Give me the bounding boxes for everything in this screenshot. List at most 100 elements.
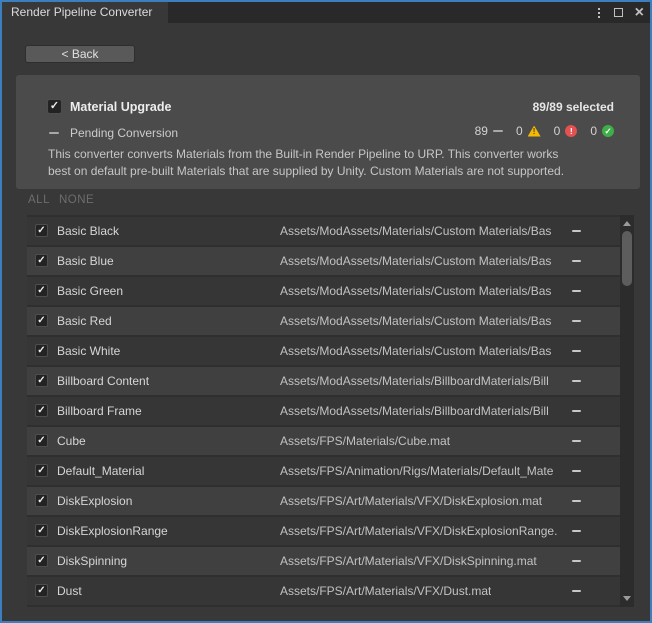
material-name: Basic Black [57, 217, 119, 245]
row-checkbox[interactable]: ✓ [35, 494, 48, 507]
check-icon: ✓ [36, 584, 47, 597]
row-checkbox[interactable]: ✓ [35, 374, 48, 387]
material-path: Assets/FPS/Art/Materials/VFX/DiskExplosi… [280, 487, 542, 515]
table-row[interactable]: ✓ Default_Material Assets/FPS/Animation/… [27, 457, 620, 485]
table-row[interactable]: ✓ Dust Assets/FPS/Art/Materials/VFX/Dust… [27, 577, 620, 605]
material-name: Basic Blue [57, 247, 114, 275]
check-icon: ✓ [36, 494, 47, 507]
pending-status-icon [572, 440, 581, 442]
pending-status-icon [572, 470, 581, 472]
check-icon: ✓ [36, 554, 47, 567]
material-name: Basic Green [57, 277, 123, 305]
material-name: DiskExplosionRange [57, 517, 168, 545]
table-row[interactable]: ✓ Basic Green Assets/ModAssets/Materials… [27, 277, 620, 305]
material-path: Assets/FPS/Art/Materials/VFX/DiskSpinnin… [280, 547, 537, 575]
error-count: 0 [554, 124, 561, 138]
pending-status-icon [572, 590, 581, 592]
scrollbar-thumb[interactable] [622, 231, 632, 286]
materials-list: ✓ Basic Black Assets/ModAssets/Materials… [27, 215, 620, 607]
material-path: Assets/FPS/Art/Materials/VFX/Dust.mat [280, 577, 491, 605]
table-row[interactable]: ✓ Basic Red Assets/ModAssets/Materials/C… [27, 307, 620, 335]
warning-count: 0 [516, 124, 523, 138]
material-path: Assets/ModAssets/Materials/BillboardMate… [280, 367, 549, 395]
check-icon: ✓ [36, 524, 47, 537]
kebab-menu-icon[interactable] [596, 6, 602, 20]
material-path: Assets/ModAssets/Materials/Custom Materi… [280, 337, 551, 365]
scroll-down-icon[interactable] [623, 596, 631, 601]
row-checkbox[interactable]: ✓ [35, 524, 48, 537]
pending-conversion-label: Pending Conversion [70, 126, 178, 140]
success-icon: ✓ [602, 125, 614, 137]
table-row[interactable]: ✓ Billboard Content Assets/ModAssets/Mat… [27, 367, 620, 395]
converter-checkbox[interactable]: ✓ [47, 99, 62, 114]
pending-status-icon [572, 320, 581, 322]
table-row[interactable]: ✓ Basic Blue Assets/ModAssets/Materials/… [27, 247, 620, 275]
row-checkbox[interactable]: ✓ [35, 224, 48, 237]
material-name: DiskSpinning [57, 547, 127, 575]
scroll-up-icon[interactable] [623, 221, 631, 226]
check-icon: ✓ [36, 404, 47, 417]
table-row[interactable]: ✓ DiskSpinning Assets/FPS/Art/Materials/… [27, 547, 620, 575]
select-all-button[interactable]: ALL [28, 194, 50, 206]
material-path: Assets/ModAssets/Materials/Custom Materi… [280, 247, 551, 275]
selection-shortcuts: ALL NONE [28, 194, 103, 206]
row-checkbox[interactable]: ✓ [35, 284, 48, 297]
back-button[interactable]: < Back [25, 45, 135, 63]
material-name: Cube [57, 427, 86, 455]
row-checkbox[interactable]: ✓ [35, 554, 48, 567]
description-line-2: best on default pre-built Materials that… [48, 163, 614, 180]
pending-status-icon [572, 230, 581, 232]
maximize-icon[interactable] [614, 8, 623, 17]
pending-icon [493, 130, 503, 132]
material-name: Billboard Content [57, 367, 149, 395]
table-row[interactable]: ✓ DiskExplosionRange Assets/FPS/Art/Mate… [27, 517, 620, 545]
material-path: Assets/FPS/Animation/Rigs/Materials/Defa… [280, 457, 553, 485]
material-name: Default_Material [57, 457, 144, 485]
close-icon[interactable]: × [635, 6, 644, 20]
material-name: Basic White [57, 337, 120, 365]
row-checkbox[interactable]: ✓ [35, 254, 48, 267]
success-count: 0 [590, 124, 597, 138]
window-controls: × [596, 2, 644, 23]
pending-status-icon [572, 560, 581, 562]
select-none-button[interactable]: NONE [59, 194, 94, 206]
row-checkbox[interactable]: ✓ [35, 404, 48, 417]
row-checkbox[interactable]: ✓ [35, 464, 48, 477]
check-icon: ✓ [36, 314, 47, 327]
table-row[interactable]: ✓ DiskExplosion Assets/FPS/Art/Materials… [27, 487, 620, 515]
row-checkbox[interactable]: ✓ [35, 434, 48, 447]
converter-description: This converter converts Materials from t… [48, 146, 614, 180]
title-bar: Render Pipeline Converter × [2, 2, 650, 23]
pending-status-icon [572, 500, 581, 502]
pending-status-icon [572, 290, 581, 292]
pending-icon [49, 132, 59, 134]
table-row[interactable]: ✓ Basic White Assets/ModAssets/Materials… [27, 337, 620, 365]
row-checkbox[interactable]: ✓ [35, 584, 48, 597]
error-icon: ! [565, 125, 577, 137]
check-icon: ✓ [36, 254, 47, 267]
material-path: Assets/ModAssets/Materials/Custom Materi… [280, 277, 551, 305]
pending-status-icon [572, 380, 581, 382]
table-row[interactable]: ✓ Cube Assets/FPS/Materials/Cube.mat [27, 427, 620, 455]
material-path: Assets/FPS/Materials/Cube.mat [280, 427, 450, 455]
check-icon: ✓ [48, 99, 61, 114]
warning-icon: ! [528, 126, 541, 137]
converter-panel[interactable]: ✓ Material Upgrade 89/89 selected Pendin… [16, 75, 640, 189]
row-checkbox[interactable]: ✓ [35, 344, 48, 357]
material-name: Basic Red [57, 307, 112, 335]
row-checkbox[interactable]: ✓ [35, 314, 48, 327]
material-path: Assets/ModAssets/Materials/Custom Materi… [280, 307, 551, 335]
material-name: Billboard Frame [57, 397, 142, 425]
list-scrollbar[interactable] [620, 215, 634, 607]
selected-summary: 89/89 selected [533, 100, 614, 114]
table-row[interactable]: ✓ Billboard Frame Assets/ModAssets/Mater… [27, 397, 620, 425]
table-row[interactable]: ✓ Basic Black Assets/ModAssets/Materials… [27, 217, 620, 245]
check-icon: ✓ [36, 224, 47, 237]
material-name: Dust [57, 577, 82, 605]
check-icon: ✓ [36, 344, 47, 357]
status-counts: 89 0 ! 0 ! 0 ✓ [475, 124, 614, 138]
pending-status-icon [572, 260, 581, 262]
window-tab[interactable]: Render Pipeline Converter [2, 2, 168, 23]
material-name: DiskExplosion [57, 487, 132, 515]
description-line-1: This converter converts Materials from t… [48, 146, 614, 163]
